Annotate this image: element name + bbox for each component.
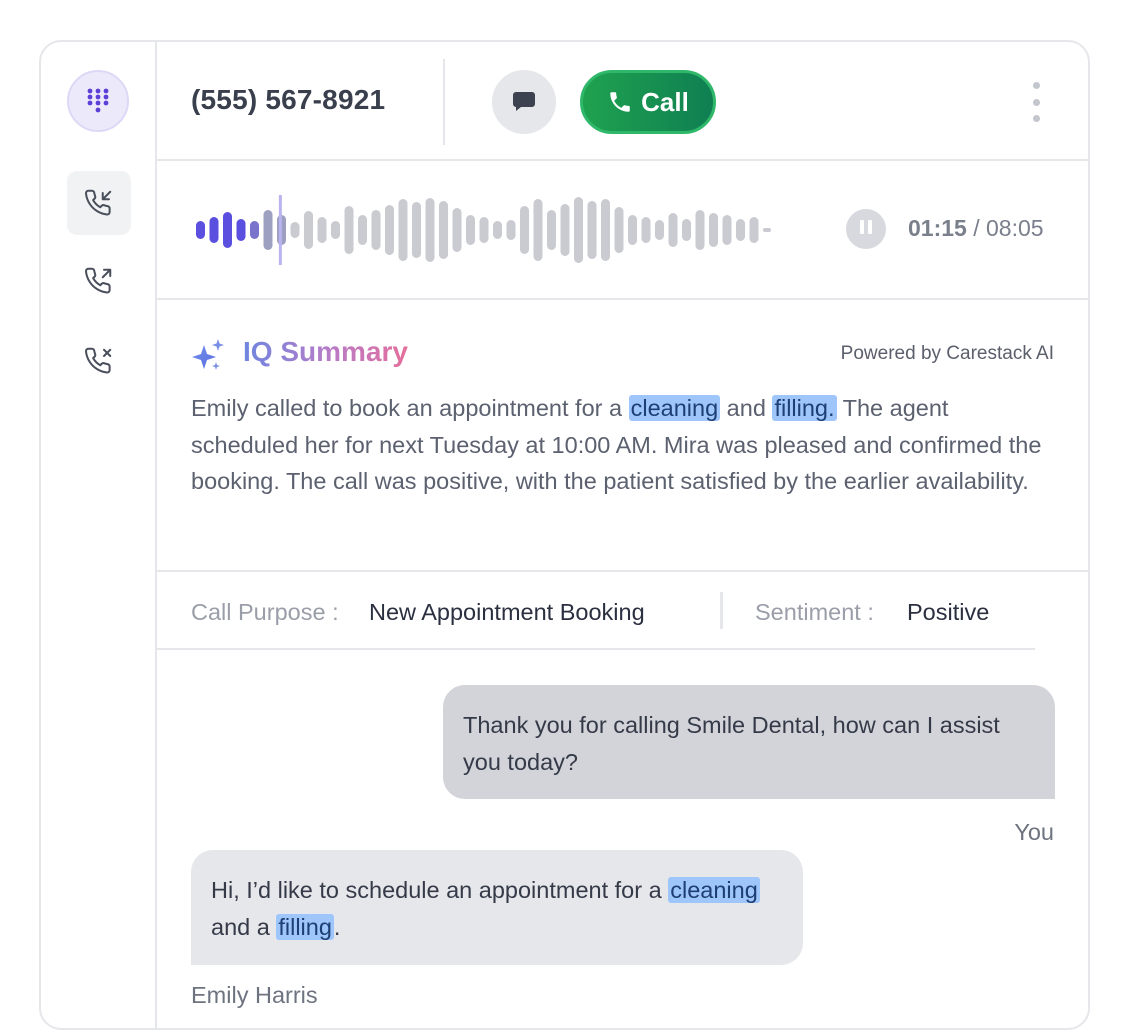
waveform-bar — [520, 206, 529, 254]
dialpad-icon — [87, 88, 109, 113]
call-header: (555) 567-8921 Call — [157, 42, 1088, 161]
pause-icon — [858, 219, 874, 239]
waveform-bar — [466, 215, 475, 245]
waveform-bar — [547, 210, 556, 250]
highlight-keyword[interactable]: filling — [276, 914, 334, 940]
summary-title: IQ Summary — [243, 336, 408, 367]
message-button[interactable] — [492, 70, 556, 134]
waveform-bar — [209, 217, 219, 243]
outgoing-calls-button[interactable] — [67, 249, 131, 313]
sentiment-label: Sentiment : — [755, 599, 874, 625]
waveform-bar — [290, 222, 300, 238]
caller-message-bubble: Hi, I’d like to schedule an appointment … — [191, 850, 803, 965]
waveform-bar — [425, 198, 435, 262]
waveform-bar — [722, 215, 732, 245]
caller-name: Emily Harris — [191, 982, 318, 1008]
highlight-keyword[interactable]: filling. — [772, 395, 837, 421]
missed-calls-button[interactable] — [67, 329, 131, 393]
waveform-bar — [263, 210, 273, 250]
sentiment-value: Positive — [907, 599, 990, 625]
message-text-part: and a — [211, 914, 277, 940]
waveform-bar — [655, 220, 664, 240]
call-button-label: Call — [641, 86, 689, 117]
waveform-bar — [614, 207, 624, 253]
sparkle-icon — [192, 339, 224, 370]
waveform-bar — [398, 199, 408, 261]
playhead[interactable] — [278, 195, 282, 265]
waveform-bar — [385, 205, 394, 255]
incoming-call-icon — [85, 189, 112, 216]
call-button[interactable]: Call — [580, 70, 716, 134]
waveform-bar — [196, 221, 205, 239]
waveform-bar — [533, 199, 543, 261]
dialpad-button[interactable] — [67, 70, 129, 132]
waveform-bar — [371, 210, 381, 250]
iq-summary-section: IQ Summary Powered by Carestack AI Emily… — [157, 300, 1088, 572]
waveform-bar — [250, 221, 259, 239]
message-text-part: . — [333, 914, 341, 940]
powered-by-label: Powered by Carestack AI — [840, 343, 1054, 364]
waveform-bar — [358, 215, 367, 245]
waveform-bar — [587, 201, 597, 259]
waveform-bar — [317, 217, 327, 243]
waveform-bar — [574, 197, 583, 263]
waveform-bar — [412, 202, 421, 258]
message-icon — [513, 92, 535, 111]
audio-player: 01:15 / 08:05 — [157, 159, 1088, 300]
waveform-bar — [736, 219, 745, 241]
current-time: 01:15 — [908, 215, 967, 241]
more-options-button[interactable] — [1026, 82, 1046, 122]
call-purpose-value: New Appointment Booking — [369, 599, 645, 625]
waveform-bar — [506, 220, 516, 240]
call-detail-card: (555) 567-8921 Call 01:15 / 08:05 IQ Sum… — [39, 40, 1090, 1030]
summary-text: Emily called to book an appointment for … — [191, 390, 1061, 500]
waveform-bar — [223, 212, 232, 248]
waveform-bar — [601, 199, 610, 261]
call-purpose-label: Call Purpose : — [191, 599, 339, 625]
waveform-bar — [695, 210, 705, 250]
total-time: 08:05 — [986, 215, 1044, 241]
waveform-bar — [628, 215, 637, 245]
waveform-bar — [668, 213, 678, 247]
waveform-bar — [682, 219, 691, 241]
waveform-bar — [452, 208, 462, 252]
highlight-keyword[interactable]: cleaning — [668, 877, 760, 903]
waveform-bar — [331, 221, 340, 239]
agent-message-bubble: Thank you for calling Smile Dental, how … — [443, 685, 1055, 799]
phone-number: (555) 567-8921 — [191, 84, 386, 115]
waveform-bar — [439, 201, 448, 259]
waveform-dash — [763, 228, 771, 232]
waveform-bar — [641, 217, 651, 243]
waveform-bar — [709, 213, 718, 247]
audio-waveform[interactable] — [191, 195, 771, 265]
missed-call-icon — [85, 347, 112, 374]
waveform-bar — [479, 217, 489, 243]
waveform-bar — [560, 204, 570, 256]
outgoing-call-icon — [85, 267, 112, 294]
playback-time: 01:15 / 08:05 — [908, 215, 1044, 242]
incoming-calls-button[interactable] — [67, 171, 131, 235]
call-metadata: Call Purpose : New Appointment Booking S… — [157, 572, 1035, 650]
waveform-bar — [304, 211, 313, 249]
call-main-panel: (555) 567-8921 Call 01:15 / 08:05 IQ Sum… — [157, 42, 1088, 1028]
waveform-bar — [344, 206, 354, 254]
summary-text-part: and — [720, 395, 773, 421]
meta-divider — [720, 592, 723, 629]
header-divider — [443, 59, 445, 145]
message-text-part: Hi, I’d like to schedule an appointment … — [211, 877, 669, 903]
time-separator: / — [966, 215, 986, 241]
agent-name: You — [1014, 819, 1054, 845]
highlight-keyword[interactable]: cleaning — [628, 395, 721, 421]
more-vertical-icon — [1032, 82, 1040, 89]
waveform-bar — [493, 221, 502, 239]
phone-icon — [610, 92, 630, 112]
pause-button[interactable] — [846, 209, 886, 249]
summary-text-part: Emily called to book an appointment for … — [191, 395, 629, 421]
call-type-rail — [41, 42, 157, 1028]
waveform-bar — [236, 219, 246, 241]
waveform-bar — [749, 217, 759, 243]
